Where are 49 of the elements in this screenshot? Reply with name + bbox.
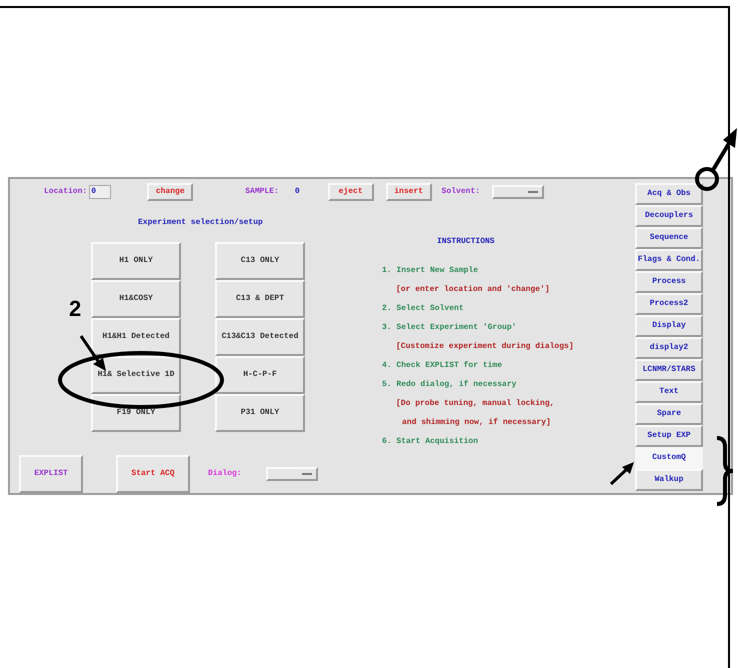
side-tab[interactable]: Process: [635, 271, 703, 293]
instruction-line: and shimming now, if necessary]: [401, 416, 552, 429]
experiment-button[interactable]: C13 ONLY: [215, 242, 305, 280]
side-tab[interactable]: CustomQ: [635, 447, 703, 469]
callout-arrow: [609, 460, 635, 486]
instruction-line: [or enter location and 'change']: [395, 284, 551, 296]
side-tab[interactable]: Sequence: [635, 227, 703, 249]
start-acq-button[interactable]: Start ACQ: [116, 455, 190, 493]
instruction-line: 6. Start Acquisition: [381, 436, 480, 448]
side-tab[interactable]: Display: [635, 315, 703, 337]
step-number: 2: [69, 298, 82, 320]
side-tab[interactable]: Acq & Obs: [635, 183, 703, 205]
side-tab[interactable]: Spare: [635, 403, 703, 425]
solvent-label: Solvent:: [442, 186, 480, 198]
location-field[interactable]: 0: [89, 184, 112, 199]
location-label: Location:: [44, 186, 88, 198]
sample-value: 0: [294, 186, 300, 198]
experiment-button[interactable]: P31 ONLY: [215, 394, 305, 432]
change-button[interactable]: change: [147, 182, 194, 201]
sample-label: SAMPLE:: [245, 186, 279, 198]
experiment-button[interactable]: C13 & DEPT: [215, 280, 305, 318]
experiment-button[interactable]: C13&C13 Detected: [215, 318, 305, 356]
explist-button[interactable]: EXPLIST: [19, 455, 83, 493]
instruction-line: 5. Redo dialog, if necessary: [381, 378, 518, 391]
side-tab[interactable]: Setup EXP: [635, 425, 703, 447]
instruction-line: 3. Select Experiment 'Group': [381, 322, 518, 334]
experiment-button[interactable]: H1 ONLY: [91, 242, 181, 280]
instruction-line: [Customize experiment during dialogs]: [395, 340, 575, 353]
instruction-line: [Do probe tuning, manual locking,: [395, 398, 556, 410]
side-tab[interactable]: Flags & Cond.: [635, 249, 703, 271]
side-tab[interactable]: Walkup: [635, 469, 703, 491]
experiment-button[interactable]: H1&COSY: [91, 280, 181, 318]
side-tab[interactable]: display2: [635, 337, 703, 359]
section-title: Experiment selection/setup: [138, 216, 263, 229]
experiment-button[interactable]: H-C-P-F: [215, 356, 305, 394]
side-tab[interactable]: Process2: [635, 293, 703, 315]
experiment-button[interactable]: H1& Selective 1D: [91, 356, 181, 394]
insert-button[interactable]: insert: [386, 182, 432, 201]
dialog-label: Dialog:: [208, 468, 242, 480]
solvent-dropdown[interactable]: [492, 184, 544, 199]
side-tab[interactable]: LCNMR/STARS: [635, 359, 703, 381]
dialog-dropdown[interactable]: [266, 467, 318, 481]
instructions-title: INSTRUCTIONS: [437, 236, 495, 248]
instruction-line: 4. Check EXPLIST for time: [381, 360, 504, 372]
eject-button[interactable]: eject: [328, 182, 374, 201]
instruction-line: 1. Insert New Sample: [381, 264, 480, 277]
side-tab[interactable]: Decouplers: [635, 205, 703, 227]
side-tab[interactable]: Text: [635, 381, 703, 403]
instruction-line: 2. Select Solvent: [381, 302, 465, 315]
